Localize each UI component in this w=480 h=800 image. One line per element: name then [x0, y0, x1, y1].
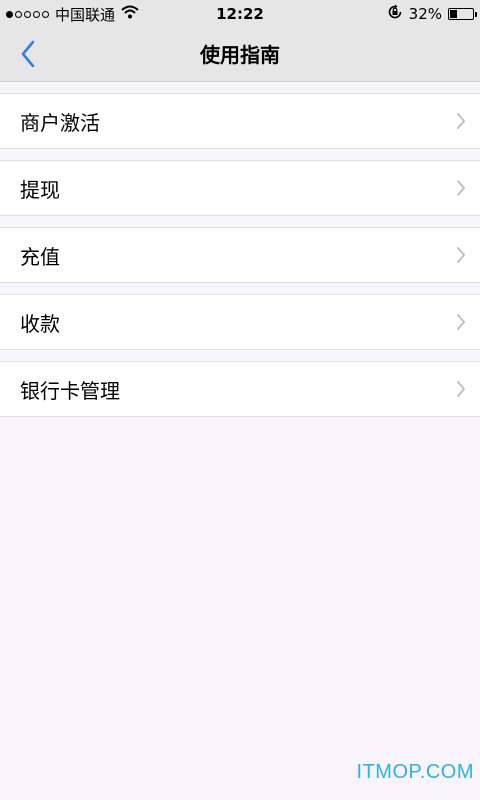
chevron-right-icon — [456, 179, 466, 197]
status-right: 32% — [387, 4, 477, 24]
chevron-right-icon — [456, 380, 466, 398]
menu-item-label: 商户激活 — [20, 110, 100, 135]
battery-percent: 32% — [408, 5, 442, 23]
menu-item-label: 提现 — [20, 177, 60, 202]
chevron-right-icon — [456, 246, 466, 264]
signal-dot — [24, 10, 31, 18]
watermark: ITMOP.COM — [356, 761, 474, 783]
menu-item-label: 收款 — [20, 311, 60, 336]
chevron-right-icon — [456, 313, 466, 331]
menu-item-merchant-activation[interactable]: 商户激活 — [0, 93, 480, 149]
menu-item-withdraw[interactable]: 提现 — [0, 160, 480, 216]
carrier-name: 中国联通 — [55, 5, 116, 24]
signal-strength-icon — [6, 10, 49, 18]
menu-item-collect-payment[interactable]: 收款 — [0, 294, 480, 350]
navigation-bar: 使用指南 — [0, 28, 480, 82]
signal-dot — [33, 10, 40, 18]
menu-item-label: 银行卡管理 — [20, 378, 120, 403]
signal-dot — [15, 10, 22, 18]
battery-icon — [448, 8, 477, 20]
chevron-left-icon — [21, 40, 35, 68]
chevron-right-icon — [456, 112, 466, 130]
page-title: 使用指南 — [200, 43, 280, 67]
signal-dot — [42, 10, 49, 18]
menu-item-bank-card-management[interactable]: 银行卡管理 — [0, 361, 480, 417]
guide-menu-list: 商户激活 提现 充值 收款 银行卡管理 — [0, 93, 480, 428]
rotation-lock-icon — [387, 4, 403, 24]
status-bar: 中国联通 12:22 32% — [0, 0, 480, 28]
menu-item-label: 充值 — [20, 244, 60, 269]
status-left: 中国联通 — [6, 4, 186, 25]
signal-dot — [6, 10, 13, 18]
wifi-icon — [121, 5, 139, 23]
battery-level — [450, 10, 458, 18]
menu-item-top-up[interactable]: 充值 — [0, 227, 480, 283]
back-button[interactable] — [8, 34, 48, 74]
